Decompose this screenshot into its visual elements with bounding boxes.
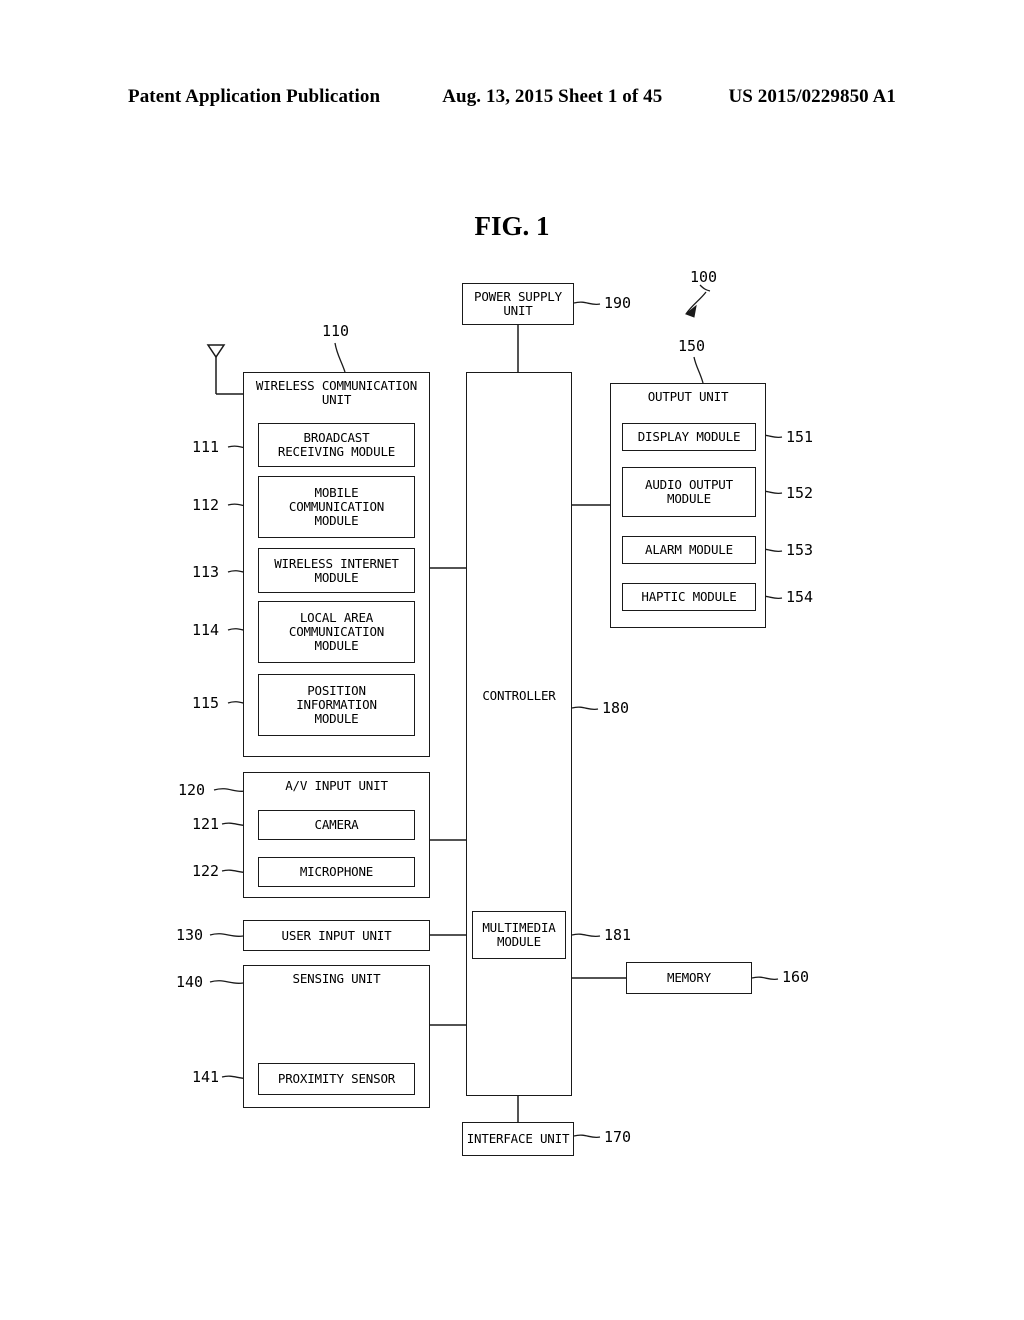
- broadcast-receiving-module-block[interactable]: BROADCAST RECEIVING MODULE: [258, 423, 415, 467]
- ref-152: 152: [786, 484, 813, 502]
- alarm-module-block[interactable]: ALARM MODULE: [622, 536, 756, 564]
- ref-154: 154: [786, 588, 813, 606]
- publication-header: Patent Application Publication Aug. 13, …: [128, 86, 896, 108]
- proximity-sensor-block[interactable]: PROXIMITY SENSOR: [258, 1063, 415, 1095]
- header-date-sheet-text: Aug. 13, 2015 Sheet 1 of 45: [442, 86, 662, 108]
- ref-130: 130: [176, 926, 203, 944]
- ref-122: 122: [192, 862, 219, 880]
- microphone-block[interactable]: MICROPHONE: [258, 857, 415, 887]
- interface-unit-block[interactable]: INTERFACE UNIT: [462, 1122, 574, 1156]
- av-input-unit-label: A/V INPUT UNIT: [244, 779, 429, 793]
- header-left-text: Patent Application Publication: [128, 86, 380, 108]
- audio-output-module-block[interactable]: AUDIO OUTPUT MODULE: [622, 467, 756, 517]
- patent-figure-page: Patent Application Publication Aug. 13, …: [0, 0, 1024, 1320]
- ref-112: 112: [192, 496, 219, 514]
- header-publication-number: US 2015/0229850 A1: [728, 86, 896, 108]
- ref-140: 140: [176, 973, 203, 991]
- display-module-block[interactable]: DISPLAY MODULE: [622, 423, 756, 451]
- ref-114: 114: [192, 621, 219, 639]
- ref-141: 141: [192, 1068, 219, 1086]
- ref-115: 115: [192, 694, 219, 712]
- camera-block[interactable]: CAMERA: [258, 810, 415, 840]
- ref-113: 113: [192, 563, 219, 581]
- output-unit-label: OUTPUT UNIT: [611, 390, 765, 404]
- figure-title: FIG. 1: [0, 211, 1024, 242]
- ref-151: 151: [786, 428, 813, 446]
- ref-121: 121: [192, 815, 219, 833]
- ref-180: 180: [602, 699, 629, 717]
- mobile-communication-module-block[interactable]: MOBILE COMMUNICATION MODULE: [258, 476, 415, 538]
- position-information-module-block[interactable]: POSITION INFORMATION MODULE: [258, 674, 415, 736]
- ref-150: 150: [678, 337, 705, 355]
- multimedia-module-block[interactable]: MULTIMEDIA MODULE: [472, 911, 566, 959]
- ref-111: 111: [192, 438, 219, 456]
- ref-110: 110: [322, 322, 349, 340]
- controller-block[interactable]: CONTROLLER: [466, 372, 572, 1096]
- ref-153: 153: [786, 541, 813, 559]
- ref-160: 160: [782, 968, 809, 986]
- ref-100: 100: [690, 268, 717, 286]
- ref-190: 190: [604, 294, 631, 312]
- haptic-module-block[interactable]: HAPTIC MODULE: [622, 583, 756, 611]
- local-area-communication-module-block[interactable]: LOCAL AREA COMMUNICATION MODULE: [258, 601, 415, 663]
- controller-label: CONTROLLER: [467, 689, 571, 703]
- ref-170: 170: [604, 1128, 631, 1146]
- wireless-internet-module-block[interactable]: WIRELESS INTERNET MODULE: [258, 548, 415, 593]
- wireless-communication-unit-label: WIRELESS COMMUNICATION UNIT: [244, 379, 429, 408]
- ref-120: 120: [178, 781, 205, 799]
- user-input-unit-block[interactable]: USER INPUT UNIT: [243, 920, 430, 951]
- memory-block[interactable]: MEMORY: [626, 962, 752, 994]
- sensing-unit-label: SENSING UNIT: [244, 972, 429, 986]
- ref-181: 181: [604, 926, 631, 944]
- power-supply-unit-block[interactable]: POWER SUPPLY UNIT: [462, 283, 574, 325]
